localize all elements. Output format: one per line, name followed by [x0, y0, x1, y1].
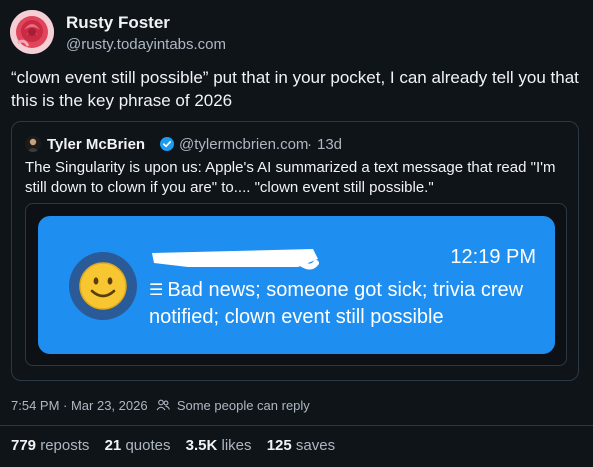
reply-setting[interactable]: Some people can reply	[177, 398, 310, 413]
reposts-label: reposts	[40, 437, 90, 454]
notification-time: 12:19 PM	[450, 246, 536, 268]
saves-count: 125	[266, 437, 292, 454]
author-avatar[interactable]	[10, 10, 54, 54]
redacted-sender-scribble	[152, 249, 319, 270]
summary-icon: ☰	[149, 282, 164, 299]
verified-badge-icon	[160, 137, 174, 151]
quoted-display-name[interactable]: Tyler McBrien	[47, 136, 145, 153]
quoted-handle[interactable]: @tylermcbrien.com	[179, 136, 308, 153]
engagement-stats: 779 reposts 21 quotes 3.5K likes 125 sav…	[11, 437, 346, 454]
post: Rusty Foster @rusty.todayintabs.com “clo…	[0, 0, 593, 467]
people-icon	[156, 399, 171, 411]
quoted-author-avatar[interactable]	[25, 136, 41, 152]
saves-label: saves	[295, 437, 336, 454]
contact-avatar	[69, 252, 137, 320]
likes-count: 3.5K	[185, 437, 218, 454]
author-handle[interactable]: @rusty.todayintabs.com	[66, 36, 226, 53]
author-display-name[interactable]: Rusty Foster	[66, 13, 170, 33]
reposts-count: 779	[11, 437, 37, 454]
smiley-emoji-icon	[79, 262, 127, 310]
notification-summary-text: Bad news; someone got sick; trivia crew …	[149, 279, 524, 328]
saves-stat[interactable]: 125 saves	[267, 437, 335, 454]
post-timestamp[interactable]: 7:54 PM · Mar 23, 2026	[11, 398, 148, 413]
notification-summary: ☰ Bad news; someone got sick; trivia crew…	[149, 277, 539, 330]
quoted-timestamp[interactable]: 13d	[317, 136, 342, 153]
post-text: “clown event still possible” put that in…	[11, 68, 579, 110]
reposts-stat[interactable]: 779 reposts	[11, 437, 89, 454]
divider	[0, 425, 593, 426]
notification-card: 12:19 PM ☰ Bad news; someone got sick; tr…	[38, 216, 555, 354]
quoted-separator: ·	[307, 136, 312, 153]
quotes-count: 21	[104, 437, 122, 454]
post-meta: 7:54 PM · Mar 23, 2026 Some people can r…	[11, 398, 310, 413]
likes-label: likes	[221, 437, 252, 454]
quotes-stat[interactable]: 21 quotes	[105, 437, 171, 454]
quoted-avatar-icon	[25, 136, 41, 152]
quoted-image[interactable]: 12:19 PM ☰ Bad news; someone got sick; tr…	[25, 203, 567, 366]
quotes-label: quotes	[125, 437, 171, 454]
rose-icon	[10, 10, 54, 54]
quoted-text: The Singularity is upon us: Apple's AI s…	[25, 159, 556, 196]
quoted-post[interactable]: Tyler McBrien @tylermcbrien.com · 13d Th…	[11, 121, 579, 381]
likes-stat[interactable]: 3.5K likes	[186, 437, 252, 454]
